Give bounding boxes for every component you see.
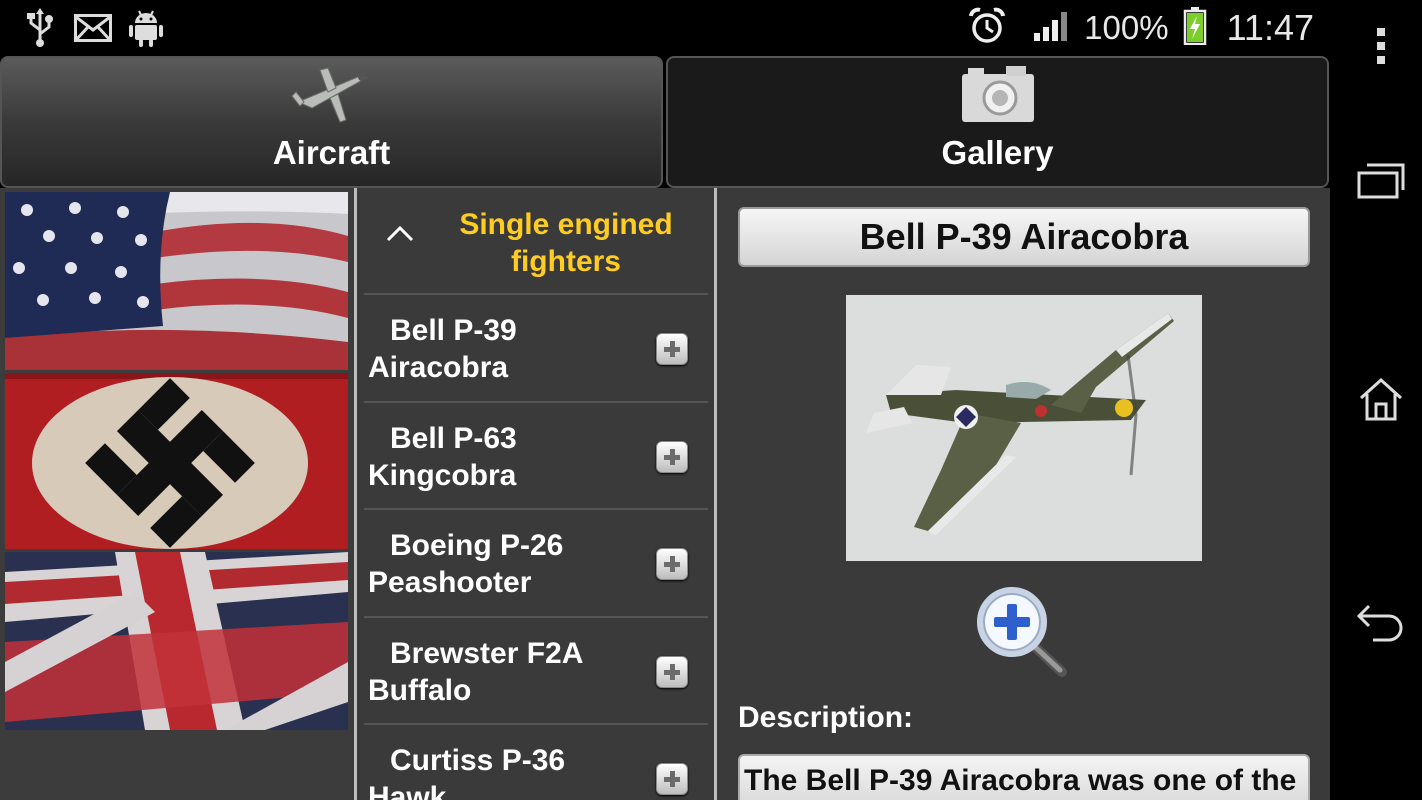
add-button[interactable] — [656, 333, 688, 365]
system-navigation-bar — [1340, 0, 1422, 800]
menu-button[interactable] — [1340, 26, 1422, 66]
back-button[interactable] — [1340, 602, 1422, 646]
add-button[interactable] — [656, 655, 688, 688]
german-flag[interactable] — [5, 373, 348, 549]
status-bar: 100% 11:47 — [0, 0, 1340, 56]
chevron-up-icon — [386, 224, 414, 247]
content-area: Single engined fighters Bell P-39 Airaco… — [0, 188, 1330, 800]
panel-divider — [714, 188, 717, 800]
group-header-single-engined-fighters[interactable]: Single engined fighters — [364, 188, 708, 295]
add-button[interactable] — [656, 548, 688, 580]
home-icon — [1359, 377, 1403, 421]
tab-gallery[interactable]: Gallery — [666, 56, 1329, 188]
list-item-label: Bell P-63 Kingcobra — [368, 421, 517, 492]
battery-percent: 100% — [1084, 9, 1169, 46]
tab-aircraft-label: Aircraft — [272, 134, 391, 171]
add-button[interactable] — [656, 440, 688, 473]
aircraft-detail-panel: Bell P-39 Airacobra Description: The Bel… — [718, 188, 1330, 800]
description-text: The Bell P-39 Airacobra was one of the — [738, 754, 1310, 800]
list-item[interactable]: Boeing P-26 Peashooter — [364, 510, 708, 618]
zoom-in-icon[interactable] — [974, 584, 1070, 685]
tab-bar: Aircraft Gallery — [0, 56, 1330, 188]
aircraft-title: Bell P-39 Airacobra — [738, 207, 1310, 267]
list-item[interactable]: Bell P-63 Kingcobra — [364, 403, 708, 510]
list-item[interactable]: Brewster F2A Buffalo — [364, 618, 708, 725]
menu-icon — [1377, 28, 1385, 64]
back-icon — [1356, 604, 1403, 642]
list-item-label: Curtiss P-36 Hawk — [368, 744, 566, 800]
panel-divider — [354, 188, 357, 800]
aircraft-list: Single engined fighters Bell P-39 Airaco… — [358, 188, 714, 800]
camera-icon — [960, 64, 1036, 129]
signal-icon — [1034, 11, 1070, 46]
usa-flag[interactable] — [5, 192, 348, 370]
list-item[interactable]: Bell P-39 Airacobra — [364, 295, 708, 403]
tab-aircraft[interactable]: Aircraft — [0, 56, 663, 188]
list-item-label: Bell P-39 Airacobra — [368, 314, 517, 384]
email-icon — [74, 14, 112, 47]
android-debug-icon — [128, 8, 164, 53]
tab-gallery-label: Gallery — [941, 134, 1054, 171]
airplane-icon — [290, 62, 374, 133]
list-item-label: Boeing P-26 Peashooter — [368, 529, 564, 599]
recent-apps-icon — [1357, 163, 1405, 199]
description-label: Description: — [738, 701, 914, 734]
usb-icon — [24, 8, 56, 53]
list-item-label: Brewster F2A Buffalo — [368, 636, 584, 707]
recent-apps-button[interactable] — [1340, 162, 1422, 200]
add-button[interactable] — [656, 763, 688, 795]
aircraft-photo[interactable] — [846, 295, 1202, 561]
group-title: Single engined fighters — [459, 208, 673, 278]
country-flags-panel — [0, 188, 354, 800]
alarm-icon — [968, 7, 1006, 50]
battery-charging-icon — [1183, 6, 1207, 50]
clock: 11:47 — [1226, 7, 1314, 48]
list-item[interactable]: Curtiss P-36 Hawk — [364, 725, 708, 800]
home-button[interactable] — [1340, 376, 1422, 422]
uk-flag[interactable] — [5, 552, 348, 730]
